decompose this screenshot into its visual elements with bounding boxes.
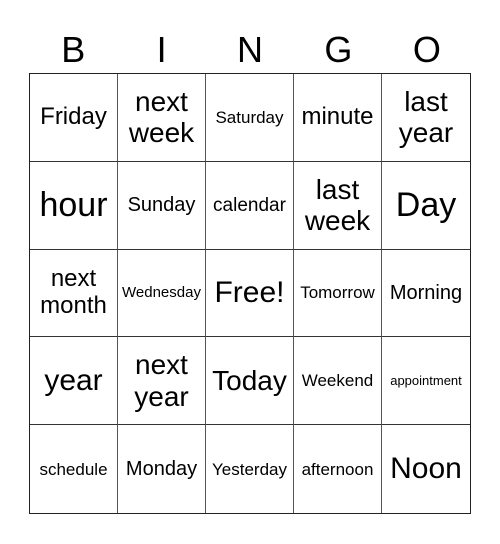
bingo-header: B I N G O [29, 28, 471, 72]
bingo-cell[interactable]: last week [294, 161, 382, 250]
header-letter-i: I [156, 29, 167, 70]
bingo-cell[interactable]: year [30, 337, 118, 426]
bingo-cell[interactable]: Yesterday [206, 425, 294, 513]
bingo-cell[interactable]: Friday [30, 74, 118, 162]
bingo-card-grid: Friday next week Saturday minute last ye… [29, 73, 471, 514]
bingo-cell[interactable]: Wednesday [118, 249, 206, 338]
bingo-cell[interactable]: Monday [118, 425, 206, 513]
bingo-cell[interactable]: Sunday [118, 161, 206, 250]
bingo-cell[interactable]: hour [30, 161, 118, 250]
header-letter-o: O [412, 29, 441, 70]
bingo-cell-free[interactable]: Free! [206, 249, 294, 338]
bingo-cell[interactable]: afternoon [294, 425, 382, 513]
bingo-cell[interactable]: appointment [382, 337, 470, 426]
bingo-cell[interactable]: minute [294, 74, 382, 162]
bingo-cell[interactable]: Day [382, 162, 470, 250]
bingo-cell[interactable]: Morning [382, 250, 470, 338]
bingo-cell[interactable]: calendar [206, 161, 294, 250]
bingo-cell[interactable]: next month [30, 249, 118, 338]
bingo-cell[interactable]: next week [118, 74, 206, 162]
bingo-cell[interactable]: last year [382, 74, 470, 162]
bingo-cell[interactable]: Weekend [294, 337, 382, 426]
bingo-cell[interactable]: Today [206, 337, 294, 426]
bingo-cell[interactable]: schedule [30, 425, 118, 513]
header-letter-b: B [61, 29, 86, 70]
bingo-cell[interactable]: Noon [382, 425, 470, 513]
bingo-cell[interactable]: next year [118, 337, 206, 426]
header-letter-n: N [237, 29, 264, 70]
bingo-cell[interactable]: Saturday [206, 74, 294, 162]
bingo-cell[interactable]: Tomorrow [294, 249, 382, 338]
header-letter-g: G [324, 29, 353, 70]
